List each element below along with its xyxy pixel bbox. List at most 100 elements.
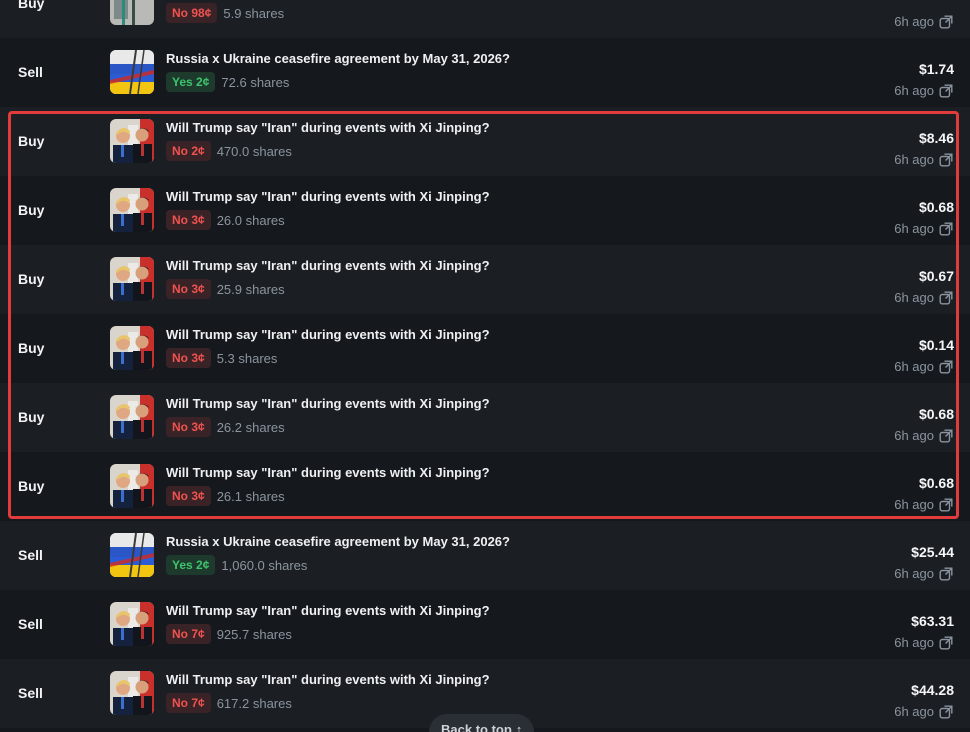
external-link-icon[interactable] xyxy=(939,429,953,443)
trade-time: 6h ago xyxy=(894,221,953,236)
activity-feed: Buy No 98¢ 5.9 shares 6h ago Sell Russia x Uk… xyxy=(0,0,970,728)
external-link-icon[interactable] xyxy=(939,360,953,374)
trade-meta: No 3¢ 5.3 shares xyxy=(166,348,277,368)
outcome-badge: No 3¢ xyxy=(166,279,211,299)
trade-time: 6h ago xyxy=(894,290,953,305)
trade-amount: $63.31 xyxy=(911,613,954,629)
activity-row[interactable]: Buy Will Trump say "Iran" during events w… xyxy=(0,452,970,521)
trump-xi-thumbnail[interactable] xyxy=(110,326,154,370)
trade-side: Buy xyxy=(18,409,45,425)
trump-xi-thumbnail[interactable] xyxy=(110,464,154,508)
trade-time: 6h ago xyxy=(894,566,953,581)
trade-side: Buy xyxy=(18,133,45,149)
time-ago: 6h ago xyxy=(894,428,934,443)
activity-row[interactable]: Buy Will Trump say "Iran" during events w… xyxy=(0,245,970,314)
activity-row[interactable]: Buy Will Trump say "Iran" during events w… xyxy=(0,314,970,383)
share-count: 72.6 shares xyxy=(221,74,290,90)
trump-xi-thumbnail[interactable] xyxy=(110,257,154,301)
trump-xi-thumbnail[interactable] xyxy=(110,119,154,163)
market-title[interactable]: Russia x Ukraine ceasefire agreement by … xyxy=(166,51,510,66)
trump-xi-thumbnail[interactable] xyxy=(110,188,154,232)
wall-thumbnail[interactable] xyxy=(110,0,154,25)
back-to-top-button[interactable]: Back to top ↑ xyxy=(429,714,535,732)
external-link-icon[interactable] xyxy=(939,498,953,512)
outcome-price: 3¢ xyxy=(191,213,205,227)
trump-xi-thumbnail[interactable] xyxy=(110,671,154,715)
russia-ukraine-flag-thumbnail[interactable] xyxy=(110,50,154,94)
external-link-icon[interactable] xyxy=(939,705,953,719)
external-link-icon[interactable] xyxy=(939,567,953,581)
trump-xi-thumbnail[interactable] xyxy=(110,602,154,646)
trade-time: 6h ago xyxy=(894,359,953,374)
outcome-label: No xyxy=(172,420,188,434)
outcome-label: No xyxy=(172,351,188,365)
share-count: 5.3 shares xyxy=(216,350,278,366)
trade-meta: Yes 2¢ 1,060.0 shares xyxy=(166,555,307,575)
trade-side: Sell xyxy=(18,64,43,80)
trade-amount: $1.74 xyxy=(918,61,954,77)
share-count: 26.2 shares xyxy=(216,419,285,435)
market-title[interactable]: Will Trump say "Iran" during events with… xyxy=(166,258,490,273)
activity-row[interactable]: Sell Russia x Ukraine ceasefire agreement… xyxy=(0,38,970,107)
time-ago: 6h ago xyxy=(894,14,934,29)
trade-side: Buy xyxy=(18,0,45,11)
trade-amount: $0.14 xyxy=(918,337,954,353)
outcome-price: 98¢ xyxy=(191,6,212,20)
time-ago: 6h ago xyxy=(894,83,934,98)
outcome-price: 3¢ xyxy=(191,420,205,434)
activity-row[interactable]: Buy Will Trump say "Iran" during events w… xyxy=(0,383,970,452)
trump-xi-thumbnail[interactable] xyxy=(110,395,154,439)
time-ago: 6h ago xyxy=(894,635,934,650)
market-title[interactable]: Will Trump say "Iran" during events with… xyxy=(166,189,490,204)
trade-time: 6h ago xyxy=(894,635,953,650)
outcome-label: Yes xyxy=(172,75,193,89)
market-title[interactable]: Will Trump say "Iran" during events with… xyxy=(166,603,490,618)
external-link-icon[interactable] xyxy=(939,15,953,29)
trade-side: Sell xyxy=(18,547,43,563)
activity-row[interactable]: Sell Russia x Ukraine ceasefire agreement… xyxy=(0,521,970,590)
market-title[interactable]: Will Trump say "Iran" during events with… xyxy=(166,396,490,411)
outcome-badge: No 2¢ xyxy=(166,141,211,161)
activity-row[interactable]: Sell Will Trump say "Iran" during events … xyxy=(0,590,970,659)
market-title[interactable]: Will Trump say "Iran" during events with… xyxy=(166,465,490,480)
trade-meta: No 7¢ 925.7 shares xyxy=(166,624,292,644)
outcome-badge: Yes 2¢ xyxy=(166,72,216,92)
outcome-price: 7¢ xyxy=(191,627,205,641)
outcome-label: No xyxy=(172,6,188,20)
outcome-price: 3¢ xyxy=(191,282,205,296)
market-title[interactable]: Will Trump say "Iran" during events with… xyxy=(166,327,490,342)
outcome-label: No xyxy=(172,213,188,227)
outcome-badge: No 3¢ xyxy=(166,486,211,506)
external-link-icon[interactable] xyxy=(939,84,953,98)
external-link-icon[interactable] xyxy=(939,636,953,650)
time-ago: 6h ago xyxy=(894,290,934,305)
trade-side: Buy xyxy=(18,340,45,356)
outcome-label: No xyxy=(172,489,188,503)
external-link-icon[interactable] xyxy=(939,222,953,236)
market-title[interactable]: Will Trump say "Iran" during events with… xyxy=(166,672,490,687)
outcome-badge: No 3¢ xyxy=(166,348,211,368)
time-ago: 6h ago xyxy=(894,359,934,374)
market-title[interactable]: Russia x Ukraine ceasefire agreement by … xyxy=(166,534,510,549)
trade-meta: No 98¢ 5.9 shares xyxy=(166,3,284,23)
external-link-icon[interactable] xyxy=(939,153,953,167)
share-count: 470.0 shares xyxy=(216,143,292,159)
trade-meta: No 3¢ 26.1 shares xyxy=(166,486,285,506)
activity-row[interactable]: Buy No 98¢ 5.9 shares 6h ago xyxy=(0,0,970,38)
outcome-price: 2¢ xyxy=(196,75,210,89)
market-title[interactable]: Will Trump say "Iran" during events with… xyxy=(166,120,490,135)
time-ago: 6h ago xyxy=(894,497,934,512)
russia-ukraine-flag-thumbnail[interactable] xyxy=(110,533,154,577)
trade-meta: No 7¢ 617.2 shares xyxy=(166,693,292,713)
activity-row[interactable]: Buy Will Trump say "Iran" during events w… xyxy=(0,107,970,176)
trade-time: 6h ago xyxy=(894,428,953,443)
trade-side: Buy xyxy=(18,202,45,218)
outcome-badge: Yes 2¢ xyxy=(166,555,216,575)
activity-row[interactable]: Buy Will Trump say "Iran" during events w… xyxy=(0,176,970,245)
outcome-label: No xyxy=(172,696,188,710)
outcome-badge: No 7¢ xyxy=(166,693,211,713)
external-link-icon[interactable] xyxy=(939,291,953,305)
time-ago: 6h ago xyxy=(894,221,934,236)
share-count: 1,060.0 shares xyxy=(221,557,308,573)
trade-amount: $0.68 xyxy=(918,475,954,491)
